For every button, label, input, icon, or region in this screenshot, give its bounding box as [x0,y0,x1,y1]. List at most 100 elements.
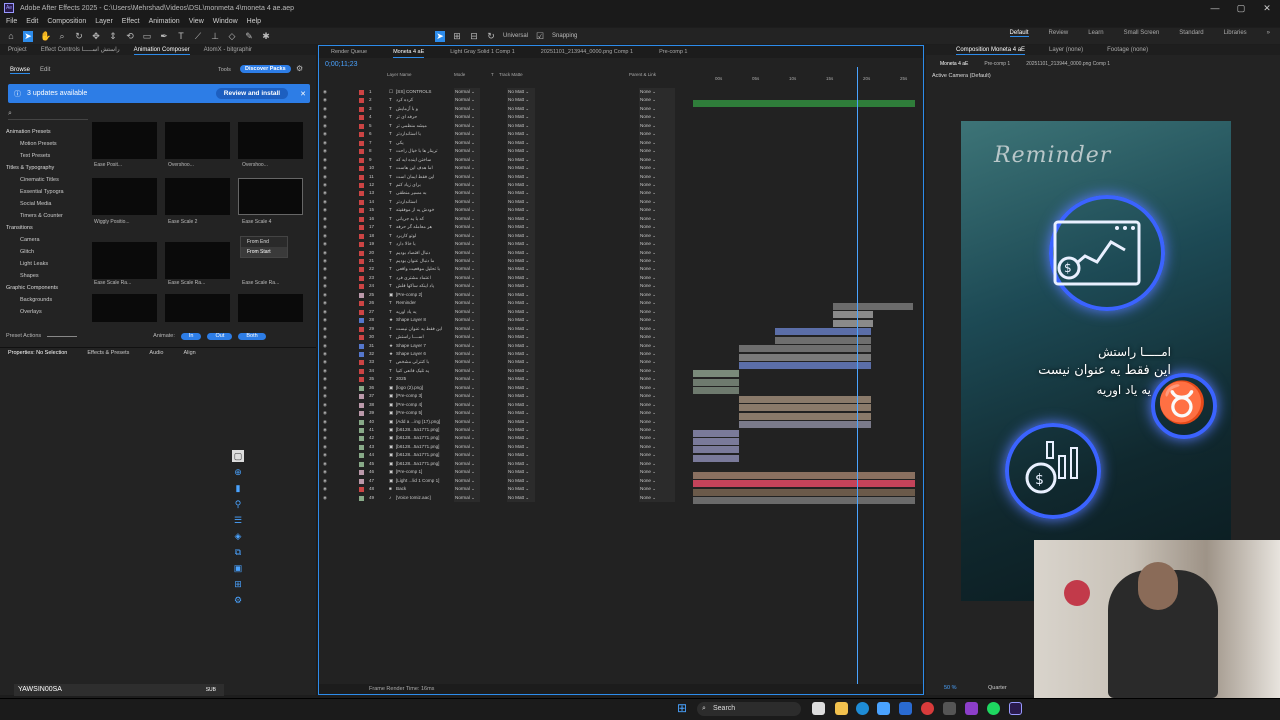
preset-thumbnail[interactable] [165,122,230,159]
track-matte-dropdown[interactable]: No Matt ⌄ [507,383,535,393]
hand-tool-icon[interactable]: ✋ [40,31,51,42]
menu-animation[interactable]: Animation [149,16,180,27]
mode-dropdown[interactable]: Normal ⌄ [454,333,480,342]
layer-duration-bar[interactable] [693,378,739,386]
layer-name[interactable]: یه تلیک قانعی کنیا [396,367,456,376]
track-matte-dropdown[interactable]: No Matt ⌄ [507,155,535,165]
layer-name[interactable]: یاد اینکه ساکها قلش [396,282,456,291]
parent-dropdown[interactable]: None ⌄ [639,299,675,308]
track-matte-dropdown[interactable]: No Matt ⌄ [507,282,535,291]
tab-properties[interactable]: Properties: No Selection [8,348,67,357]
visibility-eye-icon[interactable]: ◉ [323,282,327,291]
visibility-eye-icon[interactable]: ◉ [323,401,327,410]
preset-thumbnail[interactable] [92,294,157,322]
visibility-eye-icon[interactable]: ◉ [323,434,327,443]
layer-row[interactable]: ◉ 35 T 2025 Normal ⌄ No Matt ⌄ None ⌄ [319,375,693,384]
visibility-eye-icon[interactable]: ◉ [323,274,327,283]
label-color-swatch[interactable] [359,250,364,256]
tree-item[interactable]: Transitions [6,222,86,234]
label-color-swatch[interactable] [359,123,364,129]
layer-name[interactable]: استانداردتر [396,198,456,207]
universal-icon[interactable]: ↻ [486,31,496,42]
menu-view[interactable]: View [189,16,204,27]
parent-dropdown[interactable]: None ⌄ [639,273,675,283]
layer-row[interactable]: ◉ 44 ▣ [b6128...5a1771.png] Normal ⌄ No Matt … [319,451,693,460]
brush-tool-icon[interactable]: ⟋ [193,31,203,42]
visibility-eye-icon[interactable]: ◉ [323,367,327,376]
layer-row[interactable]: ◉ 39 ▣ [Pre-comp 5] Normal ⌄ No Matt ⌄ None ⌄ [319,409,693,418]
layer-row[interactable]: ◉ 15 T خودش یه از موفقیته Normal ⌄ No Matt ⌄ N… [319,206,693,215]
tab-composition[interactable]: Composition Moneta 4 aE [956,45,1026,55]
tab-layer[interactable]: Layer (none) [1049,45,1083,55]
tab-audio[interactable]: Audio [149,348,163,357]
layer-duration-bar[interactable] [693,454,739,462]
layer-name[interactable]: اما هدف این هاست [396,164,456,173]
layer-name[interactable]: [Voice tomiz.aac] [396,494,456,503]
close-window-button[interactable]: ✕ [1254,0,1280,16]
visibility-eye-icon[interactable]: ◉ [323,325,327,334]
layer-row[interactable]: ◉ 14 T استانداردتر Normal ⌄ No Matt ⌄ None ⌄ [319,197,693,207]
edge-icon[interactable] [856,702,869,715]
eraser-tool-icon[interactable]: ◇ [227,31,237,42]
layer-row[interactable]: ◉ 36 ▣ [logo (2).png] Normal ⌄ No Matt ⌄ None … [319,383,693,393]
preset-thumbnail[interactable] [238,122,303,159]
layer-duration-bar[interactable] [693,429,739,437]
mode-dropdown[interactable]: Normal ⌄ [454,96,480,105]
layer-duration-bar[interactable] [693,370,739,378]
parent-dropdown[interactable]: None ⌄ [639,180,675,190]
parent-dropdown[interactable]: None ⌄ [639,409,675,418]
track-matte-dropdown[interactable]: No Matt ⌄ [507,434,535,443]
layer-duration-bar[interactable] [739,404,871,412]
list-icon[interactable]: ☰ [232,514,244,526]
workspace-standard[interactable]: Standard [1179,30,1203,37]
parent-dropdown[interactable]: None ⌄ [639,459,675,469]
world-axis-icon[interactable]: ⊞ [452,31,462,42]
pen-tool-icon[interactable]: ✒ [159,31,169,42]
visibility-eye-icon[interactable]: ◉ [323,460,327,469]
label-color-swatch[interactable] [359,259,364,264]
mode-dropdown[interactable]: Normal ⌄ [454,265,480,274]
layer-row[interactable]: ◉ 37 ▣ [Pre-comp 3] Normal ⌄ No Matt ⌄ None ⌄ [319,392,693,401]
snapping-label[interactable]: Snapping [552,33,577,39]
layer-duration-bar[interactable] [833,302,913,310]
tree-item[interactable]: Cinematic Titles [6,174,86,186]
mode-dropdown[interactable]: Normal ⌄ [454,417,480,427]
mode-dropdown[interactable]: Normal ⌄ [454,197,480,207]
tree-item[interactable]: Shapes [6,270,86,282]
mode-dropdown[interactable]: Normal ⌄ [454,468,480,477]
mode-dropdown[interactable]: Normal ⌄ [454,121,480,131]
preset-thumbnail[interactable] [92,242,157,279]
dropdown-option[interactable]: From End [241,237,287,247]
layer-row[interactable]: ◉ 31 ★ Shape Layer 7 Normal ⌄ No Matt ⌄ None ⌄ [319,341,693,350]
gear-icon[interactable]: ⚙ [232,594,244,606]
mode-dropdown[interactable]: Normal ⌄ [454,172,480,181]
visibility-eye-icon[interactable]: ◉ [323,291,327,300]
workspace-default[interactable]: Default [1009,30,1029,37]
discover-packs-button[interactable]: Discover Packs [240,65,291,73]
parent-dropdown[interactable]: None ⌄ [639,307,675,317]
preset-slider[interactable] [47,335,78,337]
track-matte-dropdown[interactable]: No Matt ⌄ [507,138,535,148]
label-color-swatch[interactable] [359,106,364,112]
mode-dropdown[interactable]: Normal ⌄ [454,240,480,249]
track-matte-dropdown[interactable]: No Matt ⌄ [507,265,535,274]
label-color-swatch[interactable] [359,385,364,391]
mode-dropdown[interactable]: Normal ⌄ [454,155,480,165]
workspace-review[interactable]: Review [1049,30,1069,37]
zoom-select[interactable]: 50 % [944,685,957,691]
parent-dropdown[interactable]: None ⌄ [639,130,675,139]
label-color-swatch[interactable] [359,132,364,138]
mode-dropdown[interactable]: Normal ⌄ [454,231,480,241]
track-matte-dropdown[interactable]: No Matt ⌄ [507,299,535,308]
visibility-eye-icon[interactable]: ◉ [323,384,327,393]
tab-png-comp[interactable]: 20251101_213944_0000.png Comp 1 [541,46,633,58]
parent-dropdown[interactable]: None ⌄ [639,493,675,503]
parent-dropdown[interactable]: None ⌄ [639,121,675,131]
track-matte-dropdown[interactable]: No Matt ⌄ [507,231,535,241]
label-color-swatch[interactable] [359,326,364,332]
track-matte-dropdown[interactable]: No Matt ⌄ [507,485,535,494]
track-matte-dropdown[interactable]: No Matt ⌄ [507,290,535,300]
mode-dropdown[interactable]: Normal ⌄ [454,459,480,469]
tree-item[interactable]: Essential Typogra [6,186,86,198]
mode-dropdown[interactable]: Normal ⌄ [454,426,480,435]
